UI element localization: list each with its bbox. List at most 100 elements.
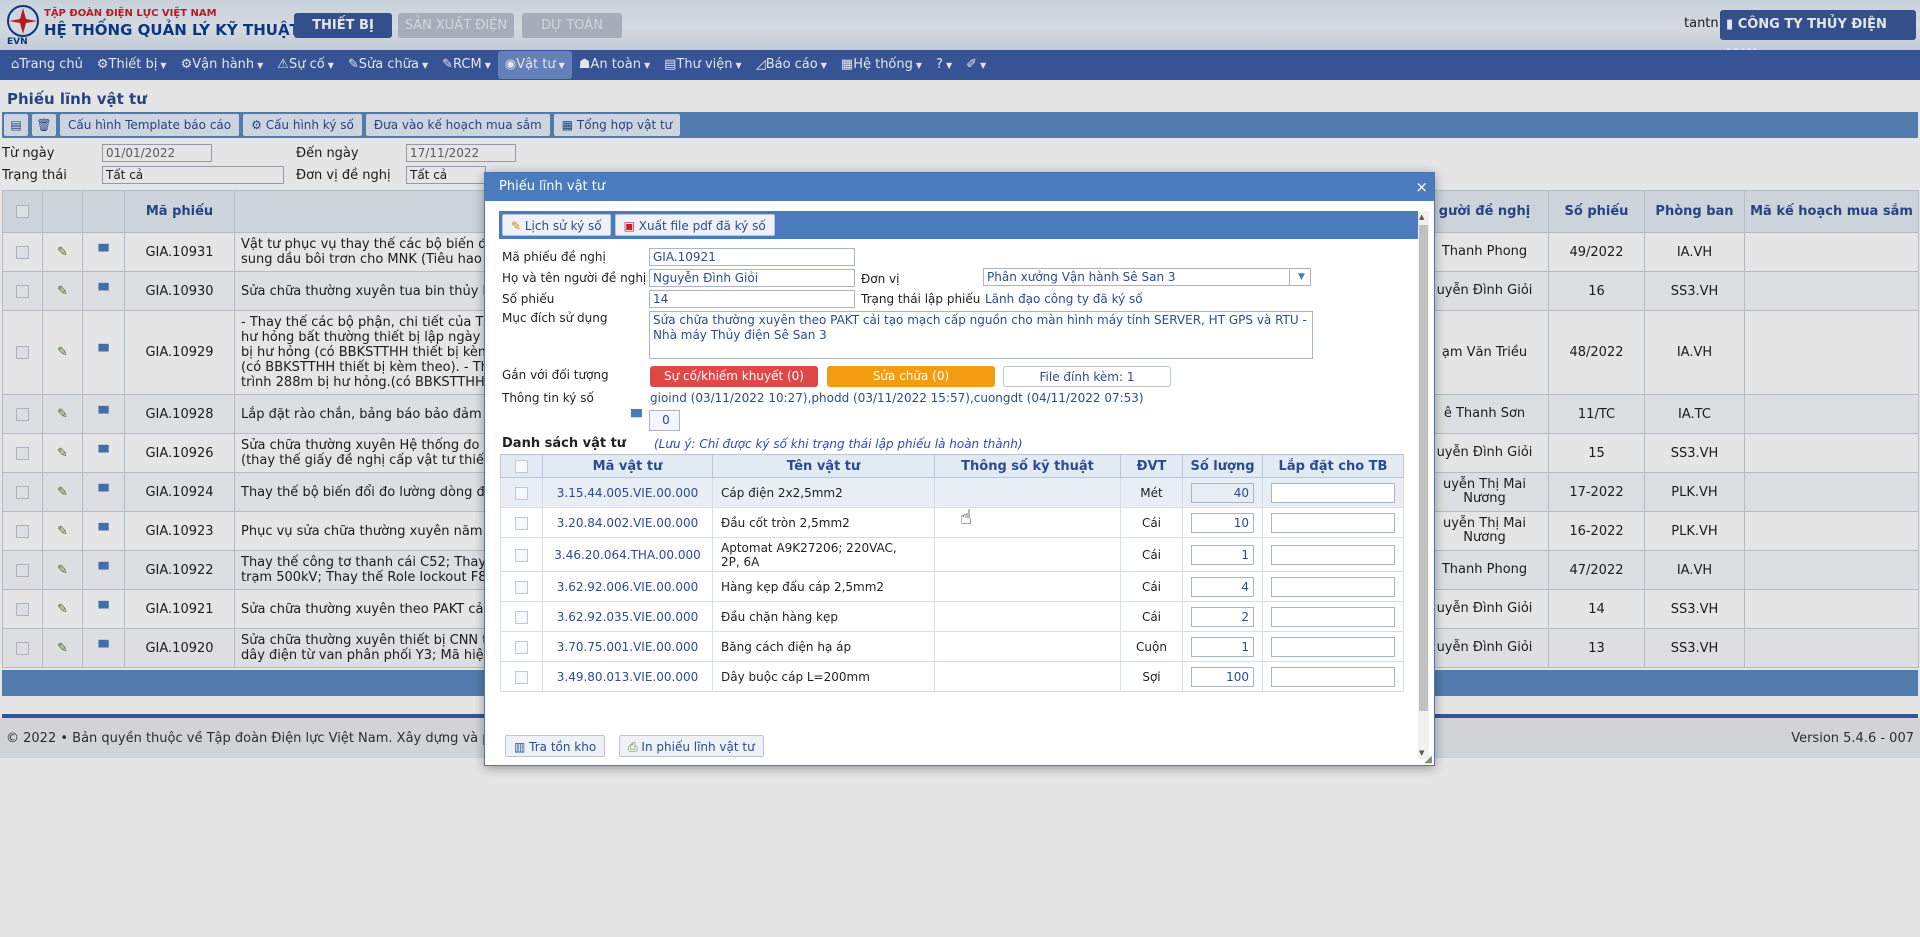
material-name-cell: Đầu chặn hàng kẹp — [712, 601, 935, 632]
dialog-title: Phiếu lĩnh vật tư — [499, 179, 606, 194]
material-row[interactable]: 3.49.80.013.VIE.00.000 Dây buộc cáp L=200… — [500, 661, 1404, 692]
material-unit: Cái — [1120, 571, 1183, 602]
close-icon[interactable]: × — [1415, 173, 1428, 201]
material-unit: Sợi — [1120, 661, 1183, 692]
install-for-input[interactable] — [1271, 482, 1395, 503]
sign-info-label: Thông tin ký số — [502, 391, 594, 405]
material-checkbox[interactable] — [500, 477, 543, 508]
material-qty-cell: 2 — [1182, 601, 1263, 632]
attachment-button[interactable]: File đính kèm: 1 — [1003, 366, 1171, 387]
material-row[interactable]: 3.46.20.064.THA.00.000 Aptomat A9K27206; … — [500, 537, 1404, 572]
stock-lookup-button[interactable]: ▥ Tra tồn kho — [505, 735, 606, 757]
quantity-input[interactable]: 10 — [1191, 512, 1254, 533]
material-spec — [934, 601, 1121, 632]
stock-lookup-label: Tra tồn kho — [529, 740, 597, 754]
material-checkbox[interactable] — [500, 661, 543, 692]
sign-info-value: gioind (03/11/2022 10:27),phodd (03/11/2… — [650, 391, 1144, 405]
material-checkbox[interactable] — [500, 571, 543, 602]
unit-field[interactable]: Phân xưởng Vận hành Sê San 3 — [983, 268, 1309, 286]
material-checkbox[interactable] — [500, 537, 543, 572]
material-qty-cell: 40 — [1182, 477, 1263, 508]
purpose-label: Mục đích sử dụng — [502, 311, 608, 325]
material-qty-cell: 1 — [1182, 631, 1263, 662]
install-for-input[interactable] — [1271, 512, 1395, 533]
material-name: Đầu cốt tròn 2,5mm2 — [721, 515, 850, 530]
material-checkbox[interactable] — [500, 631, 543, 662]
material-unit: Mét — [1120, 477, 1183, 508]
quantity-input[interactable]: 1 — [1191, 544, 1254, 565]
num-field[interactable]: 14 — [649, 290, 855, 308]
material-spec — [934, 537, 1121, 572]
repair-button[interactable]: Sửa chữa (0) — [827, 366, 995, 387]
col-thong-so[interactable]: Thông số kỹ thuật — [934, 454, 1121, 478]
sign-history-label: Lịch sử ký số — [524, 219, 602, 233]
material-code: 3.62.92.035.VIE.00.000 — [542, 601, 713, 632]
material-install-cell — [1262, 571, 1404, 602]
material-spec — [934, 477, 1121, 508]
material-row[interactable]: 3.70.75.001.VIE.00.000 Băng cách điện hạ … — [500, 631, 1404, 662]
material-name: Băng cách điện hạ áp — [721, 639, 852, 654]
material-row[interactable]: 3.15.44.005.VIE.00.000 Cáp điện 2x2,5mm2 M… — [500, 477, 1404, 508]
material-name: Aptomat A9K27206; 220VAC, — [721, 540, 897, 555]
material-spec — [934, 571, 1121, 602]
col-ten-vat-tu[interactable]: Tên vật tư — [712, 454, 935, 478]
quantity-input[interactable]: 40 — [1191, 482, 1254, 503]
export-pdf-label: Xuất file pdf đã ký số — [638, 219, 766, 233]
material-code: 3.20.84.002.VIE.00.000 — [542, 507, 713, 538]
dialog-titlebar[interactable]: Phiếu lĩnh vật tư × — [485, 173, 1434, 201]
list-title: Danh sách vật tư — [502, 436, 627, 451]
col-lap-dat[interactable]: Lắp đặt cho TB — [1262, 454, 1404, 478]
quantity-input[interactable]: 100 — [1191, 666, 1254, 687]
material-unit: Cái — [1120, 537, 1183, 572]
material-checkbox[interactable] — [500, 601, 543, 632]
material-row[interactable]: 3.20.84.002.VIE.00.000 Đầu cốt tròn 2,5mm… — [500, 507, 1404, 538]
incident-button[interactable]: Sự cố/khiếm khuyết (0) — [650, 366, 818, 387]
material-row[interactable]: 3.62.92.035.VIE.00.000 Đầu chặn hàng kẹp C… — [500, 601, 1404, 632]
quantity-input[interactable]: 1 — [1191, 636, 1254, 657]
material-unit: Cái — [1120, 507, 1183, 538]
install-for-input[interactable] — [1271, 666, 1395, 687]
dialog-scrollbar[interactable]: ▲ ▼ — [1418, 211, 1429, 759]
status-label: Trạng thái lập phiếu — [861, 292, 981, 306]
resize-handle-icon[interactable]: ◢ — [1424, 754, 1432, 765]
material-name-cell: Hàng kẹp đấu cáp 2,5mm2 — [712, 571, 935, 602]
material-qty-cell: 4 — [1182, 571, 1263, 602]
chevron-down-icon[interactable]: ▼ — [1289, 268, 1311, 286]
comment-count[interactable]: 0 — [649, 410, 680, 431]
col-ma-vat-tu[interactable]: Mã vật tư — [542, 454, 713, 478]
scroll-thumb[interactable] — [1419, 225, 1428, 711]
col-so-luong[interactable]: Số lượng — [1182, 454, 1263, 478]
select-all-checkbox[interactable] — [500, 454, 543, 478]
quantity-input[interactable]: 2 — [1191, 606, 1254, 627]
install-for-input[interactable] — [1271, 606, 1395, 627]
purpose-field[interactable]: Sửa chữa thường xuyên theo PAKT cải tạo … — [649, 311, 1313, 359]
material-name: Cáp điện 2x2,5mm2 — [721, 485, 843, 500]
install-for-input[interactable] — [1271, 576, 1395, 597]
material-qty-cell: 10 — [1182, 507, 1263, 538]
material-code: 3.49.80.013.VIE.00.000 — [542, 661, 713, 692]
comment-icon[interactable]: ▀ — [631, 410, 642, 426]
quantity-input[interactable]: 4 — [1191, 576, 1254, 597]
link-label: Gắn với đối tượng — [502, 368, 609, 382]
requisition-dialog: Phiếu lĩnh vật tư × ✎ Lịch sử ký số ▣ Xu… — [484, 172, 1435, 766]
code-field[interactable]: GIA.10921 — [649, 248, 855, 266]
material-qty-cell: 100 — [1182, 661, 1263, 692]
material-row[interactable]: 3.62.92.006.VIE.00.000 Hàng kẹp đấu cáp 2… — [500, 571, 1404, 602]
sign-history-button[interactable]: ✎ Lịch sử ký số — [502, 214, 611, 236]
material-code: 3.15.44.005.VIE.00.000 — [542, 477, 713, 508]
material-spec — [934, 661, 1121, 692]
material-checkbox[interactable] — [500, 507, 543, 538]
material-code: 3.62.92.006.VIE.00.000 — [542, 571, 713, 602]
install-for-input[interactable] — [1271, 544, 1395, 565]
print-label: In phiếu lĩnh vật tư — [641, 740, 755, 754]
col-dvt[interactable]: ĐVT — [1120, 454, 1183, 478]
install-for-input[interactable] — [1271, 636, 1395, 657]
print-button[interactable]: ⎙ In phiếu lĩnh vật tư — [619, 735, 764, 757]
material-name-cell: Aptomat A9K27206; 220VAC, 2P, 6A — [712, 537, 935, 572]
material-install-cell — [1262, 631, 1404, 662]
material-name-cell: Đầu cốt tròn 2,5mm2 — [712, 507, 935, 538]
scroll-up-icon[interactable]: ▲ — [1419, 213, 1424, 221]
person-field[interactable]: Nguyễn Đình Giỏi — [649, 269, 855, 287]
export-pdf-button[interactable]: ▣ Xuất file pdf đã ký số — [614, 214, 775, 236]
material-name-cell: Cáp điện 2x2,5mm2 — [712, 477, 935, 508]
